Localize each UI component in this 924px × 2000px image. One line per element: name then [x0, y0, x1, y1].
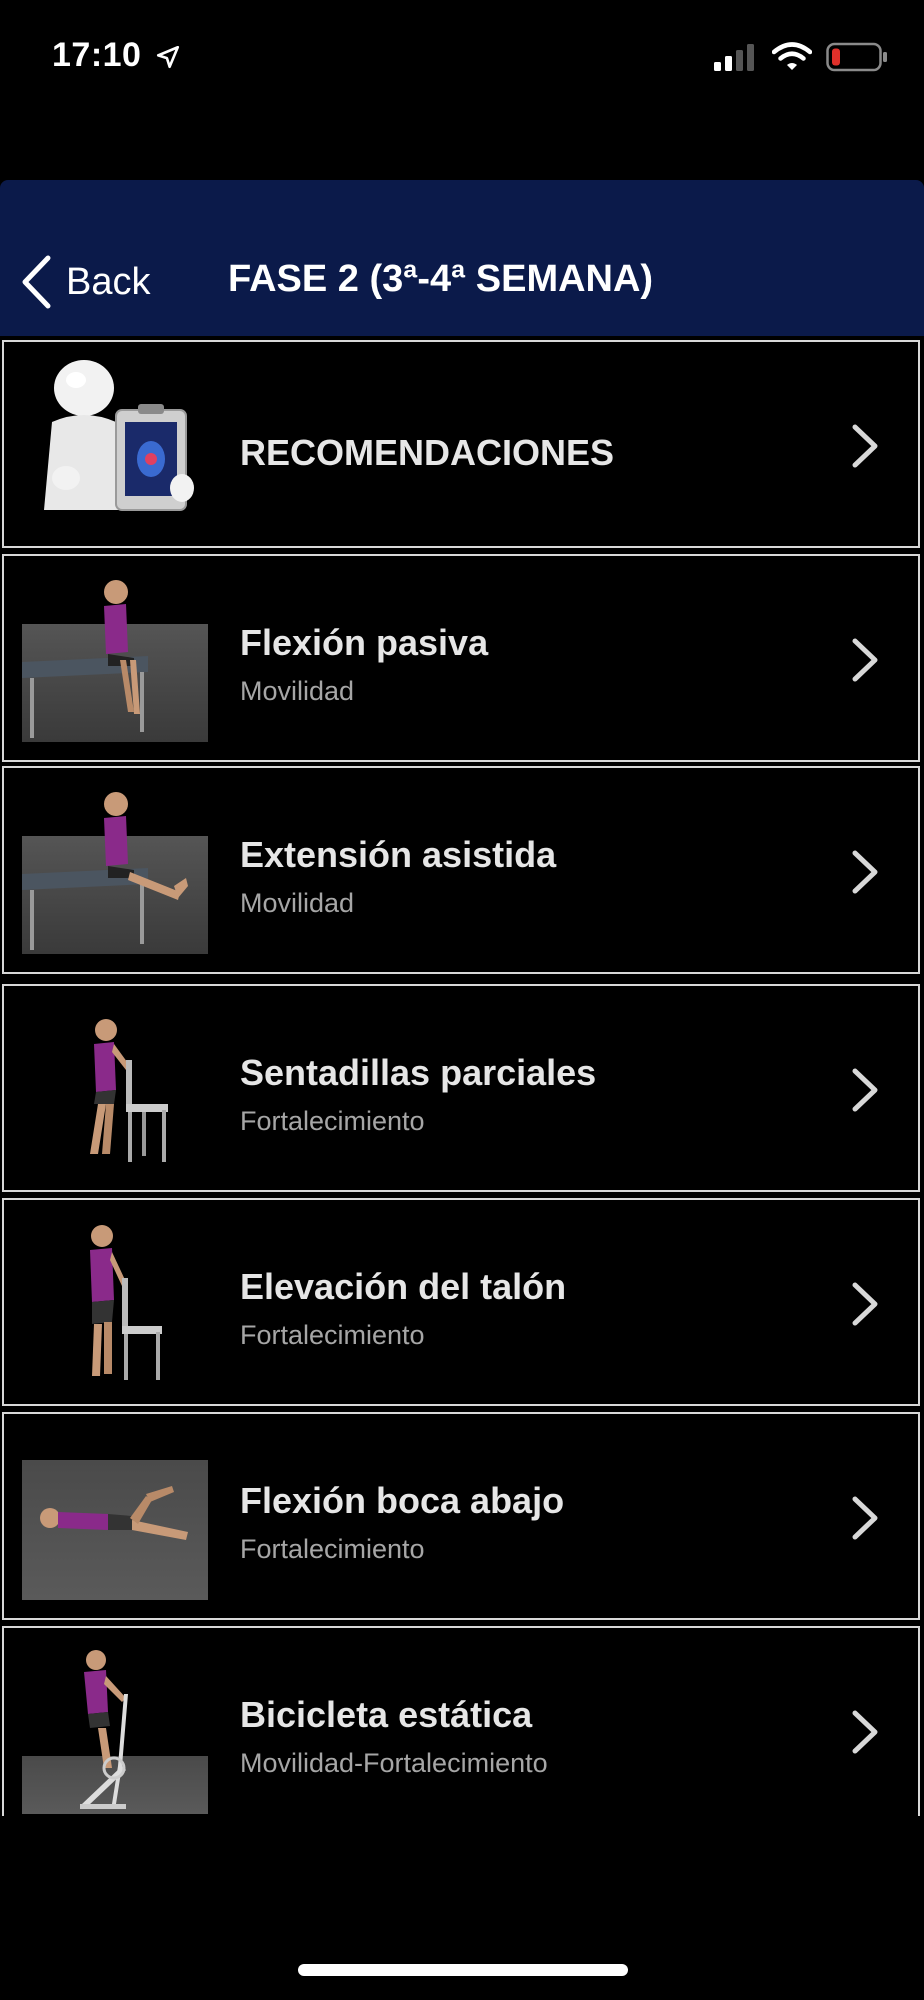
wifi-icon [772, 42, 812, 70]
back-button-label: Back [66, 260, 151, 303]
status-bar: 17:10 [0, 0, 924, 120]
list-item-extension-asistida[interactable]: Extensión asistida Movilidad [2, 766, 920, 974]
page-title: FASE 2 (3ª-4ª SEMANA) [228, 258, 654, 300]
back-button[interactable]: Back [20, 252, 150, 312]
list-item-subtitle: Fortalecimiento [240, 1106, 425, 1136]
exercise-thumbnail [90, 1019, 168, 1162]
list-item-subtitle: Fortalecimiento [240, 1320, 425, 1350]
exercise-thumbnail [22, 792, 208, 954]
signal-icon [714, 44, 754, 71]
exercise-thumbnail [22, 1460, 208, 1600]
list-item-title: Flexión boca abajo [240, 1480, 565, 1521]
status-time: 17:10 [52, 36, 181, 75]
list-item-subtitle: Fortalecimiento [240, 1534, 425, 1564]
exercise-thumbnail [22, 1650, 208, 1814]
list-item-sentadillas-parciales[interactable]: Sentadillas parciales Fortalecimiento [2, 984, 920, 1192]
list-item-title: Extensión asistida [240, 834, 557, 875]
list-item-title: Bicicleta estática [240, 1694, 533, 1735]
chevron-right-icon [852, 850, 878, 894]
list-item-elevacion-del-talon[interactable]: Elevación del talón Fortalecimiento [2, 1198, 920, 1406]
chevron-right-icon [852, 1068, 878, 1112]
list-item-title: Flexión pasiva [240, 622, 489, 663]
list-item-title: RECOMENDACIONES [240, 432, 615, 473]
doctor-clipboard-icon [44, 360, 194, 511]
chevron-right-icon [852, 1496, 878, 1540]
exercise-thumbnail [90, 1225, 162, 1380]
exercise-thumbnail [22, 580, 208, 742]
chevron-right-icon [852, 638, 878, 682]
list-item-subtitle: Movilidad [240, 676, 355, 706]
status-time-text: 17:10 [52, 36, 142, 74]
list-item-flexion-boca-abajo[interactable]: Flexión boca abajo Fortalecimiento [2, 1412, 920, 1620]
list-item-flexion-pasiva[interactable]: Flexión pasiva Movilidad [2, 554, 920, 762]
chevron-left-icon [22, 255, 51, 309]
battery-icon [826, 42, 887, 72]
location-arrow-icon [157, 45, 180, 69]
list-item-bicicleta-estatica[interactable]: Bicicleta estática Movilidad-Fortalecimi… [2, 1626, 920, 1816]
list-item-title: Elevación del talón [240, 1266, 567, 1307]
navigation-bar: Back FASE 2 (3ª-4ª SEMANA) [0, 180, 924, 336]
chevron-right-icon [852, 1282, 878, 1326]
list-item-subtitle: Movilidad-Fortalecimiento [240, 1748, 548, 1778]
list-item-subtitle: Movilidad [240, 888, 355, 918]
home-indicator[interactable] [298, 1964, 628, 1976]
exercise-list: RECOMENDACIONES Flexión pasiva Movilidad [0, 338, 924, 1816]
chevron-right-icon [852, 424, 878, 468]
list-item-title: Sentadillas parciales [240, 1052, 597, 1093]
chevron-right-icon [852, 1710, 878, 1754]
list-item-recomendaciones[interactable]: RECOMENDACIONES [2, 340, 920, 548]
